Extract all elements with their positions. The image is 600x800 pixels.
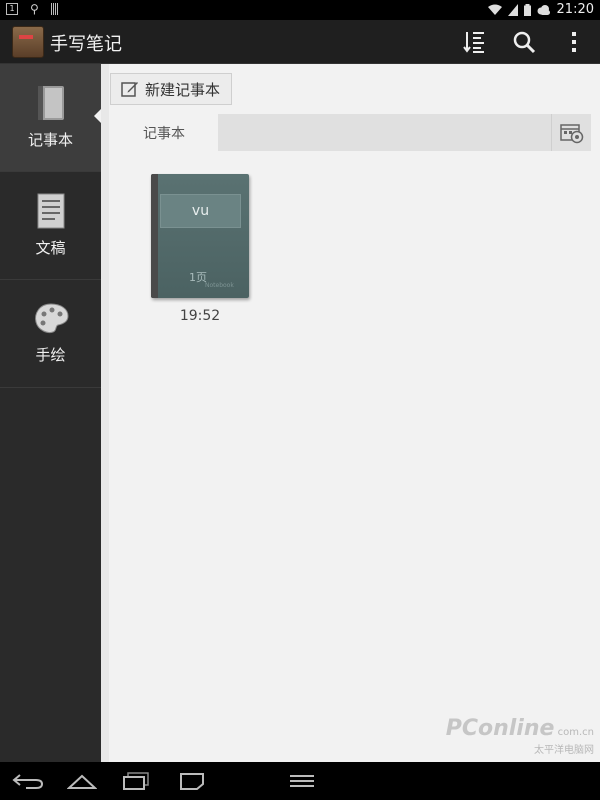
sidebar-item-drawing[interactable]: 手绘 [0,280,101,388]
watermark: PConline com.cn 太平洋电脑网 [446,716,594,756]
tab-settings-button[interactable] [551,114,591,151]
back-button[interactable] [8,768,48,794]
watermark-logo: PConline [445,716,555,741]
wifi-icon [487,4,502,15]
content-scrollbar[interactable] [101,64,109,762]
navigation-bar [0,762,600,800]
app-title: 手写笔记 [50,34,122,55]
battery-icon [523,3,531,16]
action-bar: 手写笔记 [0,20,600,64]
new-notebook-button[interactable]: 新建记事本 [110,73,232,105]
sidebar-item-notebook[interactable]: 记事本 [0,64,102,172]
sidebar-item-label: 记事本 [27,131,73,149]
screenshot-button[interactable] [172,768,212,794]
notebook-time: 19:52 [179,308,221,324]
palette-icon [34,303,69,333]
menu-button[interactable] [282,768,322,794]
main-content: 新建记事本 记事本 vu 1页 Notebook 19:52 PConline … [101,64,600,762]
clock: 21:20 [556,2,594,17]
notebook-title: vu [160,194,241,228]
new-notebook-label: 新建记事本 [145,80,221,99]
sort-button[interactable] [458,26,490,58]
recent-apps-button[interactable] [116,768,156,794]
sidebar-item-label: 文稿 [35,239,66,257]
overflow-menu-icon [572,32,576,52]
sort-icon [463,32,484,53]
home-button[interactable] [62,768,102,794]
bars-icon [50,3,58,15]
watermark-domain: com.cn [557,727,594,738]
tab-bar: 记事本 [110,114,591,151]
tab-notebook[interactable]: 记事本 [110,114,218,151]
notification-box-icon: 1 [6,3,18,15]
watermark-text: 太平洋电脑网 [534,745,594,756]
signal-icon [507,3,518,16]
screenshot-icon [180,773,204,790]
notebook-card[interactable]: vu 1页 Notebook [151,174,249,298]
status-bar: 1 ⚲ 21:20 [0,0,600,20]
calendar-settings-icon [559,123,583,143]
menu-icon [290,775,314,787]
back-icon [12,774,44,789]
usb-icon: ⚲ [30,2,39,16]
notebook-icon [37,86,64,120]
overflow-menu-button[interactable] [558,26,590,58]
recent-apps-icon [123,772,149,790]
home-icon [67,774,97,789]
edit-icon [121,82,138,97]
search-button[interactable] [508,26,540,58]
notebook-brand: Notebook [205,282,234,289]
sidebar-item-document[interactable]: 文稿 [0,172,101,280]
notebook-spine [151,174,158,298]
sidebar-item-label: 手绘 [35,346,66,364]
cloud-icon [537,4,550,15]
search-icon [513,31,536,54]
app-notebook-icon[interactable] [12,26,44,58]
document-icon [37,193,64,229]
sidebar: 记事本 文稿 手绘 [0,64,102,762]
